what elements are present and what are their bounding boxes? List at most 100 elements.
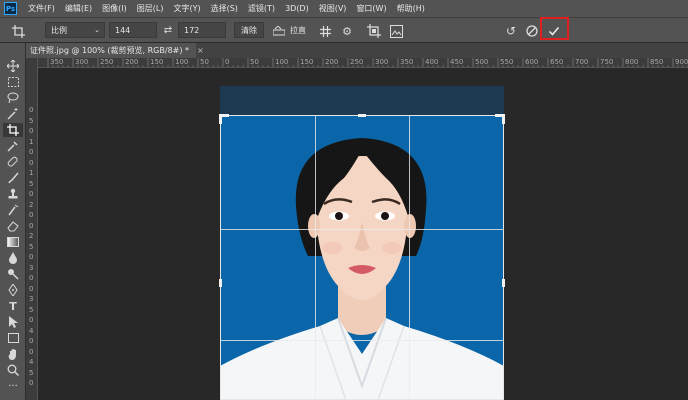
blur-tool-icon[interactable]: [3, 251, 23, 265]
menu-3d[interactable]: 3D(D): [280, 4, 314, 13]
ruler-label: 0: [29, 316, 34, 324]
ruler-label: 0: [29, 127, 34, 135]
ruler-horizontal[interactable]: 350 300 250 200 150 100 50 0 50 100 150 200 250 300 35…: [38, 58, 688, 68]
menu-select[interactable]: 选择(S): [206, 3, 243, 14]
ruler-label: 0: [29, 158, 34, 167]
ruler-label: 700: [575, 58, 589, 66]
ruler-label: 300: [75, 58, 89, 66]
ruler-label: 250: [350, 58, 364, 66]
ruler-label: 0: [29, 106, 34, 114]
delete-cropped-pixels-icon[interactable]: [366, 23, 382, 39]
crop-handle-top-left[interactable]: [219, 114, 222, 124]
height-value: 172: [184, 25, 200, 35]
canvas-area[interactable]: [38, 68, 688, 400]
width-value: 144: [115, 25, 131, 35]
chevron-down-icon: ⌄: [94, 26, 100, 34]
menu-type[interactable]: 文字(Y): [168, 3, 205, 14]
document-tab-title: 证件照.jpg @ 100% (裁剪预览, RGB/8#) *: [30, 46, 190, 55]
ruler-label: 0: [225, 58, 230, 66]
ruler-label: 900: [675, 58, 688, 66]
crop-handle-left[interactable]: [219, 279, 222, 287]
ruler-label: 50: [200, 58, 209, 66]
move-tool-icon[interactable]: [3, 59, 23, 73]
ruler-label: 0: [29, 274, 34, 282]
crop-grid-line: [314, 116, 316, 399]
menu-layer[interactable]: 图层(L): [132, 3, 169, 14]
cancel-icon[interactable]: [524, 23, 540, 39]
type-tool-icon[interactable]: T: [3, 299, 23, 313]
crop-handle-top[interactable]: [358, 114, 366, 117]
close-icon[interactable]: ×: [197, 46, 204, 55]
straighten-label[interactable]: 拉直: [290, 25, 306, 36]
healing-brush-tool-icon[interactable]: [3, 155, 23, 169]
ruler-label: 450: [450, 58, 464, 66]
history-brush-tool-icon[interactable]: [3, 203, 23, 217]
menu-help[interactable]: 帮助(H): [392, 3, 430, 14]
ruler-label: 250: [100, 58, 114, 66]
menu-file[interactable]: 文件(F): [23, 3, 60, 14]
ruler-label: 400: [425, 58, 439, 66]
menu-window[interactable]: 窗口(W): [351, 3, 391, 14]
ruler-label: 350: [50, 58, 64, 66]
ruler-label: 750: [600, 58, 614, 66]
menu-image[interactable]: 图像(I): [97, 3, 132, 14]
photoshop-logo: Ps: [4, 2, 17, 15]
ratio-select[interactable]: 比例 ⌄: [45, 22, 105, 38]
ruler-label: 0: [29, 284, 34, 293]
crop-tool-icon[interactable]: [3, 123, 23, 137]
eyedropper-tool-icon[interactable]: [3, 139, 23, 153]
document-tab-bar: 证件照.jpg @ 100% (裁剪预览, RGB/8#) * ×: [26, 43, 688, 58]
ruler-label: 0: [29, 253, 34, 261]
crop-grid-line: [408, 116, 410, 399]
clear-button[interactable]: 清除: [234, 22, 264, 38]
ruler-label: 5: [29, 116, 34, 125]
straighten-icon[interactable]: [272, 24, 286, 38]
ruler-label: 2: [29, 200, 34, 209]
ruler-label: 1: [29, 169, 34, 177]
swap-icon[interactable]: ⇄: [162, 24, 174, 36]
ruler-vertical[interactable]: 0 5 0 1 0 0 1 5 0 2 0 0 2 5 0 3 0 0 3 5 0 4 0 0 4 5 0: [26, 58, 38, 400]
width-field[interactable]: 144: [109, 22, 157, 38]
grid-overlay-icon[interactable]: [318, 24, 332, 38]
magic-wand-tool-icon[interactable]: [3, 107, 23, 121]
ruler-label: 0: [29, 347, 34, 356]
options-bar: 比例 ⌄ 144 ⇄ 172 清除 拉直 ⚙ ↺: [0, 17, 688, 43]
undo-icon[interactable]: ↺: [503, 23, 519, 39]
ruler-label: 4: [29, 358, 34, 366]
height-field[interactable]: 172: [178, 22, 226, 38]
pen-tool-icon[interactable]: [3, 283, 23, 297]
ruler-label: 1: [29, 137, 34, 146]
tools-panel: T ···: [0, 43, 26, 400]
ruler-label: 5: [29, 368, 34, 377]
menu-filter[interactable]: 滤镜(T): [243, 3, 280, 14]
lasso-tool-icon[interactable]: [3, 91, 23, 105]
crop-box[interactable]: [219, 114, 505, 400]
path-selection-tool-icon[interactable]: [3, 315, 23, 329]
crop-icon[interactable]: [10, 24, 26, 38]
menu-edit[interactable]: 编辑(E): [60, 3, 97, 14]
marquee-tool-icon[interactable]: [3, 75, 23, 89]
ruler-label: 50: [250, 58, 259, 66]
document-tab[interactable]: 证件照.jpg @ 100% (裁剪预览, RGB/8#) * ×: [26, 43, 204, 58]
eraser-tool-icon[interactable]: [3, 219, 23, 233]
rectangle-tool-icon[interactable]: [3, 331, 23, 345]
crop-handle-right[interactable]: [502, 279, 505, 287]
hand-tool-icon[interactable]: [3, 347, 23, 361]
zoom-tool-icon[interactable]: [3, 363, 23, 377]
ruler-label: 600: [525, 58, 539, 66]
ruler-label: 500: [475, 58, 489, 66]
menu-view[interactable]: 视图(V): [314, 3, 352, 14]
gradient-tool-icon[interactable]: [3, 235, 23, 249]
ruler-label: 3: [29, 263, 34, 272]
crop-handle-top-right[interactable]: [502, 114, 505, 124]
ruler-label: 0: [29, 148, 34, 156]
content-aware-icon[interactable]: [388, 23, 404, 39]
brush-tool-icon[interactable]: [3, 171, 23, 185]
ruler-label: 0: [29, 221, 34, 230]
gear-icon[interactable]: ⚙: [340, 24, 354, 38]
ruler-label: 4: [29, 326, 34, 335]
dodge-tool-icon[interactable]: [3, 267, 23, 281]
stamp-tool-icon[interactable]: [3, 187, 23, 201]
more-tools-icon[interactable]: ···: [3, 379, 23, 393]
ruler-label: 0: [29, 190, 34, 198]
